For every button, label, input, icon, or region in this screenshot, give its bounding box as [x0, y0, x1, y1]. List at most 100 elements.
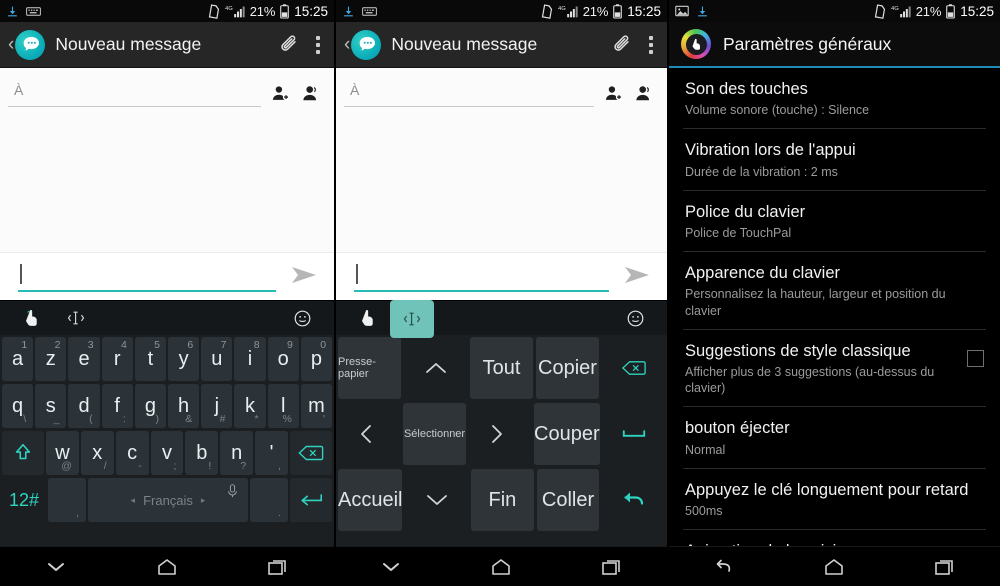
key-secondary-label: ): [155, 413, 160, 425]
key-x[interactable]: x /: [80, 431, 114, 475]
overflow-menu-icon[interactable]: [316, 35, 320, 54]
key-v[interactable]: v;: [150, 431, 184, 475]
send-icon[interactable]: [280, 263, 326, 294]
settings-item[interactable]: bouton éjecter Normal: [683, 407, 986, 469]
key-g[interactable]: g): [134, 384, 167, 428]
key-o[interactable]: o9: [267, 337, 299, 381]
key-s[interactable]: s _: [35, 384, 67, 428]
edit-key-accueil[interactable]: Accueil: [338, 469, 403, 531]
edit-keyboard-row: Accueil Fin Coller: [337, 469, 666, 531]
settings-item[interactable]: Police du clavier Police de TouchPal: [683, 191, 986, 253]
home-icon[interactable]: [804, 547, 864, 586]
enter-key[interactable]: [290, 478, 332, 522]
key-e[interactable]: e3: [68, 337, 100, 381]
back-chevron-icon[interactable]: ‹: [344, 34, 350, 56]
emoji-smiley-icon[interactable]: [613, 301, 657, 335]
back-chevron-icon[interactable]: ‹: [8, 34, 14, 56]
key-y[interactable]: y6: [168, 337, 200, 381]
key-q[interactable]: q \: [2, 384, 34, 428]
key-j[interactable]: j #: [201, 384, 233, 428]
settings-item[interactable]: Son des touches Volume sonore (touche) : …: [683, 68, 986, 130]
recipient-placeholder: À: [14, 82, 24, 98]
settings-list[interactable]: Son des touches Volume sonore (touche) : …: [669, 68, 1000, 568]
image-icon: [675, 5, 689, 17]
key-u[interactable]: u7: [201, 337, 233, 381]
microphone-icon[interactable]: [227, 484, 238, 501]
add-contact-icon[interactable]: [604, 84, 623, 103]
recipient-input[interactable]: À: [8, 82, 261, 107]
space-icon[interactable]: [602, 403, 665, 465]
next-language-arrow[interactable]: ▸: [201, 495, 206, 506]
shift-key[interactable]: [2, 431, 44, 475]
key-l[interactable]: l%: [267, 384, 299, 428]
key-secondary-label: -: [138, 460, 142, 472]
recents-icon[interactable]: [582, 547, 642, 586]
edit-key-arrow[interactable]: [338, 403, 401, 465]
recents-icon[interactable]: [248, 547, 308, 586]
paperclip-icon[interactable]: [278, 34, 300, 56]
paperclip-icon[interactable]: [611, 34, 633, 56]
edit-key-tout[interactable]: Tout: [470, 337, 533, 399]
edit-key-presse-papier[interactable]: Presse-papier: [338, 337, 401, 399]
hand-cursor-icon[interactable]: [346, 301, 390, 335]
comma-key[interactable]: ,: [48, 478, 86, 522]
key-b[interactable]: b!: [185, 431, 219, 475]
home-icon[interactable]: [471, 547, 531, 586]
edit-key-arrow[interactable]: [404, 337, 467, 399]
key-a[interactable]: a1: [2, 337, 34, 381]
key-f[interactable]: f:: [101, 384, 133, 428]
number-symbol-key[interactable]: 12#: [2, 478, 46, 522]
settings-checkbox[interactable]: [967, 349, 984, 367]
chevron-down-icon[interactable]: [26, 547, 86, 586]
edit-key-s-lectionner[interactable]: Sélectionner: [403, 403, 466, 465]
send-icon[interactable]: [613, 263, 659, 294]
recents-icon[interactable]: [915, 547, 975, 586]
key-w[interactable]: w @: [46, 431, 79, 475]
edit-key-arrow[interactable]: [405, 469, 469, 531]
settings-item[interactable]: Apparence du clavier Personnalisez la hau…: [683, 252, 986, 330]
edit-key-couper[interactable]: Couper: [534, 403, 600, 465]
settings-item[interactable]: Suggestions de style classique Afficher p…: [683, 330, 986, 408]
edit-key-coller[interactable]: Coller: [536, 469, 600, 531]
undo-icon[interactable]: [602, 469, 665, 531]
message-input[interactable]: [18, 262, 276, 292]
settings-item[interactable]: Appuyez le clé longuement pour retard 500…: [683, 469, 986, 531]
settings-item[interactable]: Vibration lors de l'appui Durée de la vib…: [683, 129, 986, 191]
key-n[interactable]: n?: [220, 431, 254, 475]
key-d[interactable]: d(: [68, 384, 100, 428]
key-m[interactable]: m ': [300, 384, 333, 428]
text-cursor-icon[interactable]: [390, 300, 434, 338]
key-secondary-label: #: [219, 413, 226, 425]
add-contact-icon[interactable]: [271, 84, 290, 103]
key-z[interactable]: z2: [35, 337, 67, 381]
settings-item-text: Suggestions de style classique Afficher p…: [685, 341, 967, 397]
contacts-icon[interactable]: [301, 84, 320, 103]
backspace-key[interactable]: [290, 431, 332, 475]
period-key[interactable]: .: [250, 478, 288, 522]
key-p[interactable]: p0: [300, 337, 333, 381]
space-key[interactable]: ◂ Français ▸: [88, 478, 248, 522]
edit-key-copier[interactable]: Copier: [536, 337, 599, 399]
chevron-down-icon[interactable]: [361, 547, 421, 586]
key-'[interactable]: ',: [255, 431, 289, 475]
edit-key-arrow[interactable]: [468, 403, 532, 465]
message-input-2[interactable]: [354, 262, 609, 292]
edit-key-fin[interactable]: Fin: [471, 469, 534, 531]
recipient-input-2[interactable]: À: [344, 82, 594, 107]
key-h[interactable]: h &: [168, 384, 200, 428]
contacts-icon[interactable]: [634, 84, 653, 103]
prev-language-arrow[interactable]: ◂: [131, 495, 136, 506]
hand-cursor-icon[interactable]: [10, 301, 54, 335]
emoji-smiley-icon[interactable]: [280, 301, 324, 335]
key-secondary-label: :: [122, 413, 126, 425]
key-r[interactable]: r4: [101, 337, 133, 381]
key-i[interactable]: i8: [234, 337, 266, 381]
key-c[interactable]: c-: [115, 431, 149, 475]
backspace-icon[interactable]: [602, 337, 665, 399]
key-k[interactable]: k *: [234, 384, 266, 428]
key-t[interactable]: t5: [134, 337, 167, 381]
overflow-menu-icon[interactable]: [649, 35, 653, 54]
text-cursor-icon[interactable]: [54, 301, 98, 335]
back-arrow-icon[interactable]: [694, 547, 754, 586]
home-icon[interactable]: [137, 547, 197, 586]
